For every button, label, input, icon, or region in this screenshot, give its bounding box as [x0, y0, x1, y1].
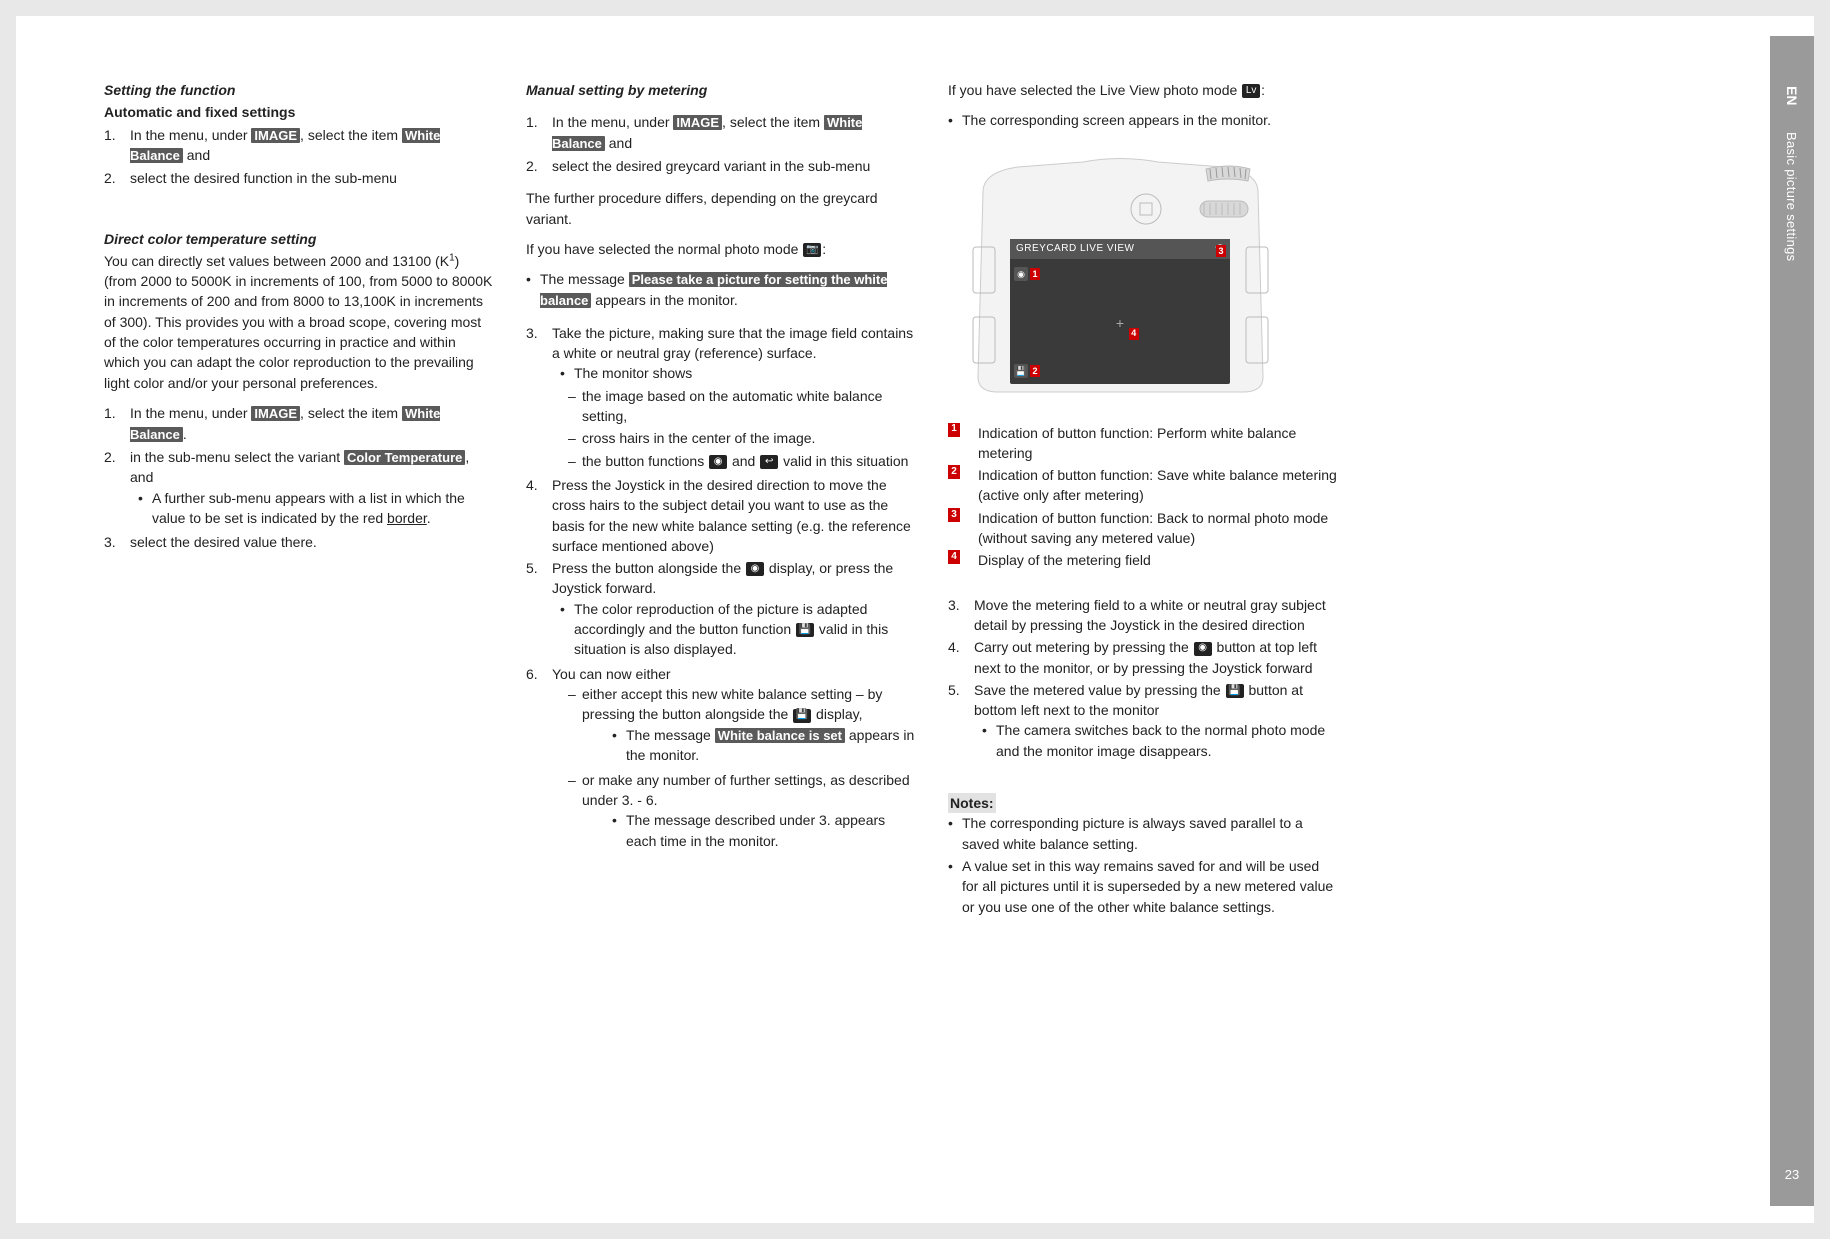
save-icon: 💾: [796, 623, 814, 637]
text: In the menu, under: [130, 127, 251, 143]
column-3: If you have selected the Live View photo…: [948, 80, 1338, 919]
eye-hud-icon: ◉: [1014, 267, 1028, 281]
paragraph-procedure-differs: The further procedure differs, depending…: [526, 188, 916, 229]
section-name: Basic picture settings: [1784, 132, 1799, 261]
manual-page: EN Basic picture settings 23 Setting the…: [16, 16, 1814, 1223]
text: and: [183, 147, 210, 163]
indicator-2: 2: [1030, 365, 1040, 377]
paragraph-liveview-mode: If you have selected the Live View photo…: [948, 80, 1338, 100]
list-liveview-steps: 3.Move the metering field to a white or …: [948, 595, 1338, 763]
save-hud-icon: 💾: [1014, 364, 1028, 378]
return-icon: ↩: [760, 455, 778, 469]
text: , select the item: [300, 127, 402, 143]
notes-heading: Notes:: [948, 793, 996, 813]
eye-icon: ◉: [1194, 642, 1212, 656]
text: select the desired function in the sub-m…: [130, 168, 494, 188]
menu-image: IMAGE: [251, 128, 300, 143]
heading-setting-function: Setting the function: [104, 80, 494, 100]
save-icon: 💾: [1226, 684, 1244, 698]
eye-icon: ◉: [746, 562, 764, 576]
indicator-4: 4: [1129, 328, 1139, 340]
heading-direct-color-temp: Direct color temperature setting: [104, 229, 494, 249]
heading-manual-metering: Manual setting by metering: [526, 80, 916, 100]
paragraph-normal-mode: If you have selected the normal photo mo…: [526, 239, 916, 259]
list-manual-2: 3. Take the picture, making sure that th…: [526, 323, 916, 855]
eye-icon: ◉: [709, 455, 727, 469]
list-manual-1: 1.In the menu, under IMAGE, select the i…: [526, 112, 916, 176]
list-auto-fixed: 1.In the menu, under IMAGE, select the i…: [104, 125, 494, 189]
column-1: Setting the function Automatic and fixed…: [104, 80, 494, 919]
camera-mode-icon: 📷: [803, 243, 821, 257]
menu-image: IMAGE: [673, 115, 722, 130]
crosshair-icon: +: [1113, 316, 1127, 330]
list-direct-color: 1.In the menu, under IMAGE, select the i…: [104, 403, 494, 553]
notes-list: The corresponding picture is always save…: [940, 813, 1338, 916]
side-tab: EN Basic picture settings 23: [1770, 36, 1814, 1206]
save-icon: 💾: [793, 709, 811, 723]
menu-image: IMAGE: [251, 406, 300, 421]
liveview-mode-icon: Lv: [1242, 84, 1260, 98]
msg-wb-set: White balance is set: [715, 728, 845, 743]
camera-diagram: GREYCARD LIVE VIEW ↶ ◉ 1 3 + 4 💾 2: [948, 147, 1293, 395]
indicator-3: 3: [1216, 245, 1226, 257]
language-code: EN: [1784, 86, 1800, 105]
paragraph-kelvin-range: You can directly set values between 2000…: [104, 251, 494, 393]
menu-color-temperature: Color Temperature: [344, 450, 465, 465]
diagram-legend: 1Indication of button function: Perform …: [948, 423, 1338, 571]
screen-header: GREYCARD LIVE VIEW ↶: [1010, 239, 1230, 260]
column-2: Manual setting by metering 1.In the menu…: [526, 80, 916, 919]
camera-screen: GREYCARD LIVE VIEW ↶ ◉ 1 3 + 4 💾 2: [1010, 239, 1230, 384]
content-columns: Setting the function Automatic and fixed…: [16, 16, 1814, 959]
indicator-1: 1: [1030, 268, 1040, 280]
page-number: 23: [1770, 1167, 1814, 1182]
heading-auto-fixed: Automatic and fixed settings: [104, 102, 494, 122]
